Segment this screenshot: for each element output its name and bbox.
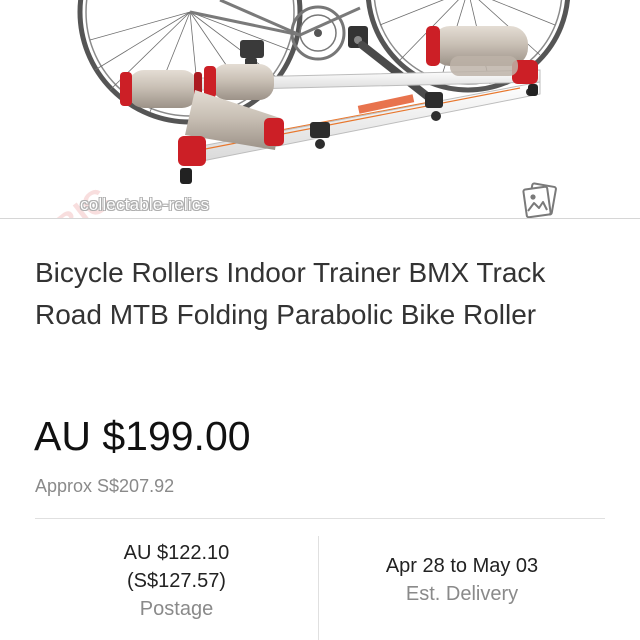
rear-roller-right [204, 64, 274, 100]
rear-roller-left [120, 70, 202, 108]
postage-caption: Postage [139, 598, 214, 620]
postage-cell[interactable]: AU $122.10 (S$127.57) Postage [35, 539, 318, 623]
delivery-caption: Est. Delivery [405, 583, 519, 605]
listing-title: Bicycle Rollers Indoor Trainer BMX Track… [35, 257, 546, 330]
chainring [290, 5, 346, 61]
listing-screen: BIC collectable-relics Bicycle Rollers I… [0, 0, 640, 640]
delivery-cell[interactable]: Apr 28 to May 03 Est. Delivery [319, 552, 605, 608]
seller-watermark: collectable-relics [80, 195, 210, 214]
image-divider [0, 218, 640, 219]
shipping-info-row: AU $122.10 (S$127.57) Postage Apr 28 to … [0, 519, 640, 640]
delivery-dates: Apr 28 to May 03 [385, 555, 539, 577]
listing-price: AU $199.00 [34, 413, 251, 459]
postage-amount: AU $122.10 [123, 542, 230, 564]
postage-converted: (S$127.57) [127, 570, 226, 592]
product-image[interactable]: BIC collectable-relics [0, 0, 640, 218]
derailleur [240, 40, 264, 68]
photo-gallery-icon[interactable] [520, 182, 560, 218]
bike-frame [189, 0, 361, 37]
approx-price: Approx S$207.92 [35, 476, 175, 496]
